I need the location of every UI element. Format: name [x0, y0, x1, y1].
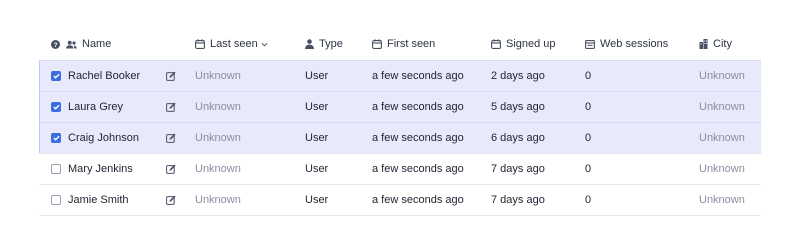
row-checkbox[interactable]: [51, 71, 61, 81]
type-value: User: [305, 132, 329, 144]
user-name[interactable]: Rachel Booker: [68, 61, 140, 91]
first-seen-value: a few seconds ago: [372, 101, 464, 113]
chevron-down-icon[interactable]: [261, 42, 268, 47]
table-row[interactable]: Mary Jenkins Unknown User a few seconds …: [39, 153, 761, 184]
last-seen-value: Unknown: [195, 101, 241, 113]
edit-icon[interactable]: [166, 61, 176, 91]
row-checkbox[interactable]: [51, 102, 61, 112]
column-header-name[interactable]: Name: [66, 28, 111, 60]
user-name[interactable]: Laura Grey: [68, 92, 123, 122]
city-value: Unknown: [699, 70, 745, 82]
first-seen-value: a few seconds ago: [372, 70, 464, 82]
column-header-type-label: Type: [319, 38, 343, 50]
column-header-type[interactable]: Type: [305, 28, 343, 60]
column-header-web-sessions-label: Web sessions: [600, 38, 669, 50]
user-name[interactable]: Jamie Smith: [68, 185, 129, 215]
last-seen-value: Unknown: [195, 132, 241, 144]
web-sessions-value: 0: [585, 101, 592, 113]
signed-up-value: 6 days ago: [491, 132, 545, 144]
type-value: User: [305, 70, 329, 82]
first-seen-value: a few seconds ago: [372, 194, 464, 206]
calendar-icon: [195, 39, 205, 49]
column-header-name-label: Name: [82, 38, 112, 50]
city-value: Unknown: [699, 101, 745, 113]
column-header-signed-up[interactable]: Signed up: [491, 28, 556, 60]
edit-icon[interactable]: [166, 92, 176, 122]
people-icon: [66, 40, 77, 49]
user-name[interactable]: Craig Johnson: [68, 123, 139, 153]
calendar-icon: [372, 39, 382, 49]
signed-up-value: 2 days ago: [491, 70, 545, 82]
city-value: Unknown: [699, 194, 745, 206]
row-checkbox[interactable]: [51, 195, 61, 205]
table-row[interactable]: Rachel Booker Unknown User a few seconds…: [39, 60, 761, 91]
column-header-first-seen[interactable]: First seen: [372, 28, 435, 60]
last-seen-value: Unknown: [195, 70, 241, 82]
column-header-web-sessions[interactable]: Web sessions: [585, 28, 668, 60]
web-sessions-value: 0: [585, 132, 592, 144]
column-header-city-label: City: [713, 38, 732, 50]
help-icon[interactable]: ?: [51, 28, 60, 60]
type-value: User: [305, 194, 329, 206]
last-seen-value: Unknown: [195, 163, 241, 175]
person-icon: [305, 39, 314, 49]
table-row[interactable]: Craig Johnson Unknown User a few seconds…: [39, 122, 761, 153]
city-value: Unknown: [699, 132, 745, 144]
web-sessions-value: 0: [585, 70, 592, 82]
first-seen-value: a few seconds ago: [372, 132, 464, 144]
first-seen-value: a few seconds ago: [372, 163, 464, 175]
row-checkbox[interactable]: [51, 133, 61, 143]
type-value: User: [305, 163, 329, 175]
column-header-last-seen-label: Last seen: [210, 38, 258, 50]
users-table: ? Name Last seen Type First seen Signed …: [39, 28, 761, 216]
edit-icon[interactable]: [166, 123, 176, 153]
table-header: ? Name Last seen Type First seen Signed …: [39, 28, 761, 60]
type-value: User: [305, 101, 329, 113]
edit-icon[interactable]: [166, 154, 176, 184]
svg-text:?: ?: [53, 41, 57, 48]
signed-up-value: 7 days ago: [491, 163, 545, 175]
building-icon: [699, 39, 708, 49]
browser-window-icon: [585, 39, 595, 49]
table-row[interactable]: Laura Grey Unknown User a few seconds ag…: [39, 91, 761, 122]
signed-up-value: 5 days ago: [491, 101, 545, 113]
last-seen-value: Unknown: [195, 194, 241, 206]
calendar-icon: [491, 39, 501, 49]
table-row[interactable]: Jamie Smith Unknown User a few seconds a…: [39, 184, 761, 216]
column-header-last-seen[interactable]: Last seen: [195, 28, 268, 60]
table-body: Rachel Booker Unknown User a few seconds…: [39, 60, 761, 216]
column-header-signed-up-label: Signed up: [506, 38, 556, 50]
row-checkbox[interactable]: [51, 164, 61, 174]
signed-up-value: 7 days ago: [491, 194, 545, 206]
web-sessions-value: 0: [585, 163, 592, 175]
web-sessions-value: 0: [585, 194, 592, 206]
edit-icon[interactable]: [166, 185, 176, 215]
user-name[interactable]: Mary Jenkins: [68, 154, 133, 184]
column-header-first-seen-label: First seen: [387, 38, 436, 50]
column-header-city[interactable]: City: [699, 28, 732, 60]
city-value: Unknown: [699, 163, 745, 175]
